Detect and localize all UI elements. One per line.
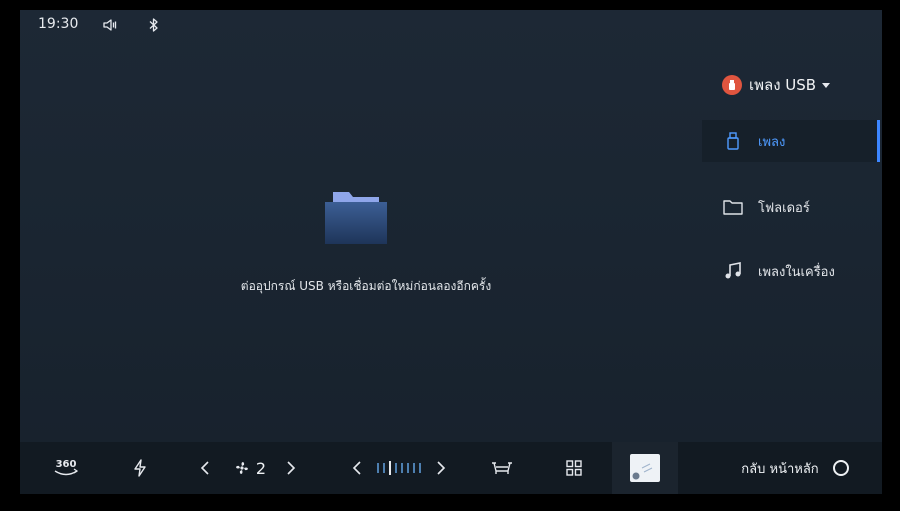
chevron-left-icon (200, 461, 209, 475)
fan-increase-button[interactable] (284, 442, 298, 494)
apps-button[interactable] (564, 442, 584, 494)
home-circle-icon (832, 460, 849, 476)
status-bar: 19:30 (20, 10, 882, 40)
clock: 19:30 (38, 16, 79, 32)
energy-button[interactable] (130, 442, 150, 494)
nav-item-local-music[interactable]: เพลงในเครื่อง (702, 250, 878, 292)
temp-decrease-button[interactable] (350, 442, 364, 494)
app-grid-icon (566, 460, 582, 476)
temp-increase-button[interactable] (434, 442, 448, 494)
infotainment-screen: 19:30 ต่ออุปกรณ์ USB หรือเชื่อมต่อใหม่ก่… (20, 10, 882, 494)
bottom-control-bar: 360 2 กลับ หน้าหลัก (20, 442, 882, 494)
temperature-slider[interactable] (376, 442, 422, 494)
camera-360-icon: 360 (54, 459, 79, 476)
chevron-left-icon (352, 461, 361, 475)
lightning-icon (134, 459, 146, 477)
speaker-muted-icon[interactable] (102, 17, 118, 33)
home-button[interactable]: กลับ หน้าหลัก (740, 442, 850, 494)
nav-item-folders[interactable]: โฟลเดอร์ (702, 186, 878, 228)
empty-state-message: ต่ออุปกรณ์ USB หรือเชื่อมต่อใหม่ก่อนลองอ… (240, 279, 492, 293)
nav-item-label: เพลง (758, 134, 786, 150)
media-thumbnail-button[interactable] (612, 442, 678, 494)
caret-down-icon (822, 82, 831, 88)
fan-level: 2 (255, 458, 267, 478)
nav-item-label: เพลงในเครื่อง (758, 264, 835, 280)
music-note-icon (722, 260, 744, 282)
folder-icon (722, 196, 744, 218)
svg-text:360: 360 (56, 459, 77, 470)
usb-drive-icon (722, 130, 744, 152)
chevron-right-icon (287, 461, 296, 475)
chevron-right-icon (437, 461, 446, 475)
source-selector[interactable]: เพลง USB (722, 72, 831, 98)
bluetooth-icon[interactable] (148, 17, 160, 33)
source-label: เพลง USB (749, 76, 817, 94)
folder-illustration (325, 192, 387, 244)
nav-item-label: โฟลเดอร์ (758, 200, 810, 216)
fan-decrease-button[interactable] (198, 442, 212, 494)
nav-item-songs[interactable]: เพลง (702, 120, 880, 162)
album-art-thumbnail (630, 454, 660, 482)
seat-button[interactable] (490, 442, 514, 494)
home-label: กลับ หน้าหลัก (741, 461, 819, 477)
usb-icon (722, 75, 742, 95)
fan-icon (236, 462, 248, 474)
view-360-button[interactable]: 360 (48, 442, 84, 494)
fan-speed-display: 2 (232, 442, 268, 494)
temperature-level-ticks (377, 461, 421, 475)
car-seat-icon (492, 462, 512, 474)
